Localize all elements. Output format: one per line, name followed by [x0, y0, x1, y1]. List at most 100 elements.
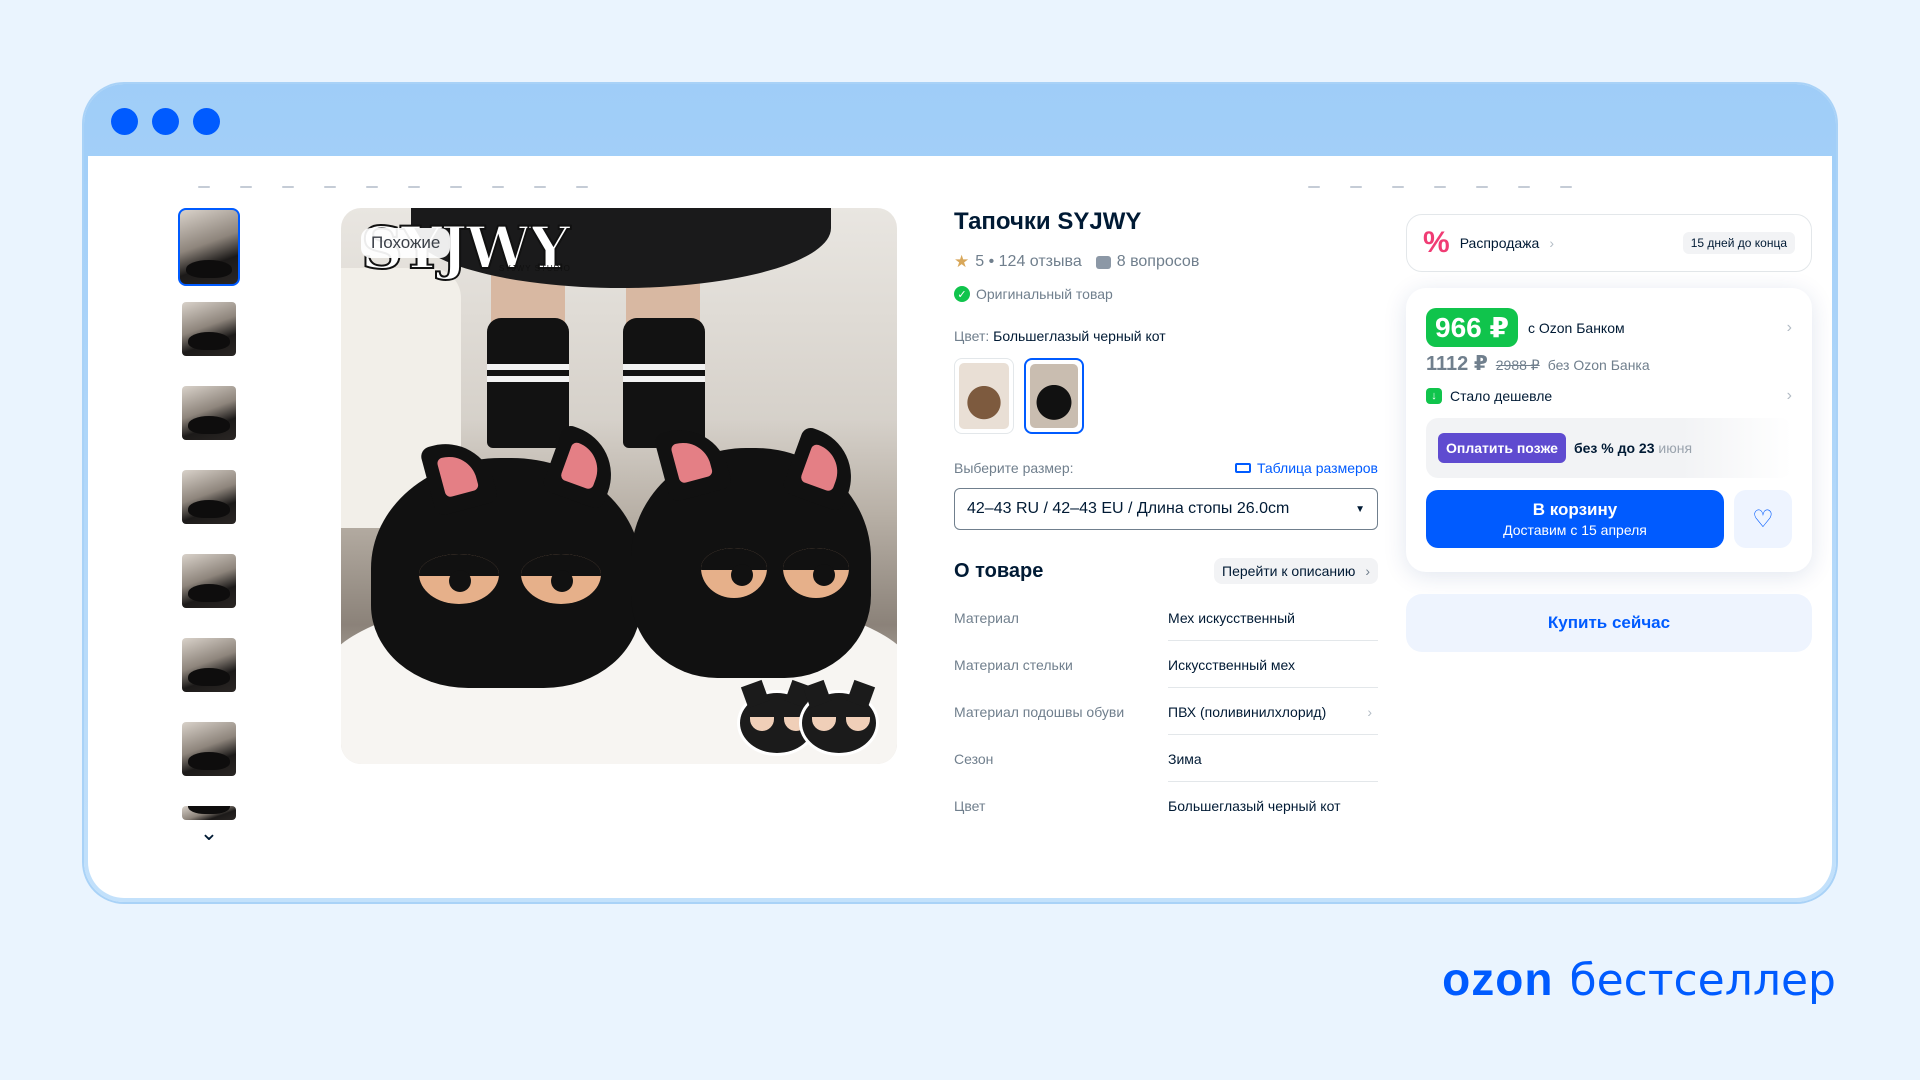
similar-badge[interactable]: Похожие [361, 228, 451, 258]
spec-key: Материал [954, 609, 1019, 626]
heart-icon: ♡ [1752, 505, 1774, 533]
size-prompt: Выберите размер: [954, 460, 1074, 476]
chevron-right-icon: › [1786, 387, 1792, 404]
color-swatch-brown[interactable] [954, 358, 1014, 434]
cat-sticker-face [799, 690, 879, 756]
image-ear [780, 425, 866, 513]
add-to-cart-label: В корзину [1532, 500, 1618, 519]
about-title: О товаре [954, 559, 1044, 582]
spec-row: Материал стельки Искусственный мех [954, 641, 1378, 688]
sale-banner[interactable]: % Распродажа › 15 дней до конца [1406, 214, 1812, 272]
about-header: О товаре Перейти к описанию › [954, 558, 1378, 584]
spec-row: Сезон Зима [954, 735, 1378, 782]
size-table-label: Таблица размеров [1256, 460, 1378, 476]
thumbnail-7[interactable] [182, 722, 236, 776]
rating-link[interactable]: 5 • 124 отзыва [975, 253, 1081, 271]
questions-link[interactable]: 8 вопросов [1117, 253, 1200, 271]
product-info: Тапочки SYJWY ★ 5 • 124 отзыва 8 вопросо… [954, 208, 1378, 829]
sale-label: Распродажа [1459, 235, 1540, 251]
brand-logo-sub: SYJWY STUDIO [499, 264, 571, 273]
bank-price: 966 ₽ [1426, 308, 1518, 347]
spec-key: Сезон [954, 750, 994, 767]
spec-value: Зима [1168, 750, 1202, 767]
window-dot[interactable] [152, 107, 179, 135]
ruler-icon [1234, 463, 1251, 473]
spec-row: Цвет Большеглазый черный кот [954, 782, 1378, 829]
product-title: Тапочки SYJWY [954, 208, 1142, 235]
main-product-image[interactable]: SYJWY SYJWY STUDIO Похожие [341, 208, 897, 764]
size-select[interactable]: 42–43 RU / 42–43 EU / Длина стопы 26.0cm… [954, 488, 1378, 530]
bank-price-row[interactable]: 966 ₽ с Ozon Банком › [1426, 308, 1792, 347]
chevron-right-icon: › [1365, 563, 1370, 579]
spec-value: ПВХ (поливинилхлорид) [1168, 703, 1327, 720]
chevron-down-icon[interactable]: ⌄ [178, 822, 240, 844]
chevron-right-icon: › [1367, 703, 1372, 720]
old-price: 2988 ₽ [1495, 357, 1540, 373]
ozon-bestseller-logo: ozon бестселлер [1442, 952, 1836, 1006]
thumbnail-5[interactable] [182, 554, 236, 608]
spec-key: Цвет [954, 797, 986, 814]
image-eye [419, 554, 499, 604]
thumbnail-8-partial[interactable] [182, 806, 236, 820]
question-icon [1095, 255, 1111, 269]
color-swatches [954, 358, 1378, 434]
favorite-button[interactable]: ♡ [1734, 490, 1792, 548]
color-label: Цвет: [954, 328, 990, 344]
color-line: Цвет: Большеглазый черный кот [954, 328, 1378, 344]
image-eye [701, 548, 767, 598]
thumbnail-4[interactable] [182, 470, 236, 524]
color-swatch-black-selected[interactable] [1024, 358, 1084, 434]
spec-value: Искусственный мех [1168, 656, 1296, 673]
pay-later-terms-main: без % до 23 [1573, 440, 1659, 456]
image-eye [521, 554, 601, 604]
check-icon: ✓ [954, 286, 970, 302]
pay-later-button[interactable]: Оплатить позже [1438, 433, 1566, 463]
price-drop-label: Стало дешевле [1450, 388, 1553, 404]
add-to-cart-button[interactable]: В корзину Доставим с 15 апреля [1426, 490, 1724, 548]
arrow-down-icon: ↓ [1426, 388, 1442, 404]
product-page: ⌄ SYJWY SYJWY STUDIO Похожие Тапочки SYJ… [88, 156, 1832, 898]
window-dot[interactable] [193, 107, 220, 135]
thumbnail-3[interactable] [182, 386, 236, 440]
cropped-header-links [1308, 184, 1572, 190]
chevron-right-icon: › [1786, 318, 1792, 336]
ozon-logo-text: ozon [1442, 953, 1554, 1005]
spec-key: Материал стельки [954, 656, 1073, 673]
go-to-description-button[interactable]: Перейти к описанию › [1214, 558, 1378, 584]
original-badge: ✓ Оригинальный товар [954, 286, 1378, 302]
star-icon: ★ [954, 252, 970, 271]
specs-list: Материал Мех искусственный Материал стел… [954, 594, 1378, 829]
sale-left: % Распродажа › [1423, 228, 1554, 258]
thumbnail-6[interactable] [182, 638, 236, 692]
cart-row: В корзину Доставим с 15 апреля ♡ [1426, 490, 1792, 548]
buy-now-button[interactable]: Купить сейчас [1406, 594, 1812, 652]
cat-sticker [733, 676, 883, 756]
no-bank-label: без Ozon Банка [1547, 357, 1650, 373]
go-to-description-label: Перейти к описанию [1222, 563, 1356, 579]
image-eye [783, 548, 849, 598]
pay-later-terms-faded: июня [1658, 440, 1693, 456]
thumbnail-strip: ⌄ [178, 208, 240, 844]
chevron-down-icon: ▼ [1355, 503, 1365, 515]
pay-later-row: Оплатить позже без % до 23 июня [1426, 418, 1792, 478]
price-drop-row[interactable]: ↓ Стало дешевле › [1426, 387, 1792, 404]
regular-price: 1112 ₽ [1426, 353, 1488, 375]
price-card: 966 ₽ с Ozon Банком › 1112 ₽ 2988 ₽ без … [1406, 288, 1812, 572]
chevron-right-icon: › [1549, 235, 1554, 251]
image-slipper-right [631, 418, 871, 678]
spec-value: Большеглазый черный кот [1168, 797, 1341, 814]
thumbnail-1-selected[interactable] [178, 208, 240, 286]
rating-row: ★ 5 • 124 отзыва 8 вопросов [954, 252, 1378, 272]
color-value: Большеглазый черный кот [993, 328, 1166, 344]
window-dot[interactable] [111, 107, 138, 135]
browser-window: ⌄ SYJWY SYJWY STUDIO Похожие Тапочки SYJ… [84, 84, 1836, 902]
size-select-value: 42–43 RU / 42–43 EU / Длина стопы 26.0cm [967, 500, 1290, 517]
image-sock-left [487, 318, 569, 448]
image-ear [419, 432, 499, 518]
spec-row[interactable]: Материал подошвы обуви ПВХ (поливинилхло… [954, 688, 1378, 735]
thumbnail-2[interactable] [182, 302, 236, 356]
size-table-link[interactable]: Таблица размеров [1234, 460, 1378, 476]
bestseller-logo-text: бестселлер [1569, 955, 1836, 1006]
size-row: Выберите размер: Таблица размеров [954, 460, 1378, 476]
spec-row: Материал Мех искусственный [954, 594, 1378, 641]
